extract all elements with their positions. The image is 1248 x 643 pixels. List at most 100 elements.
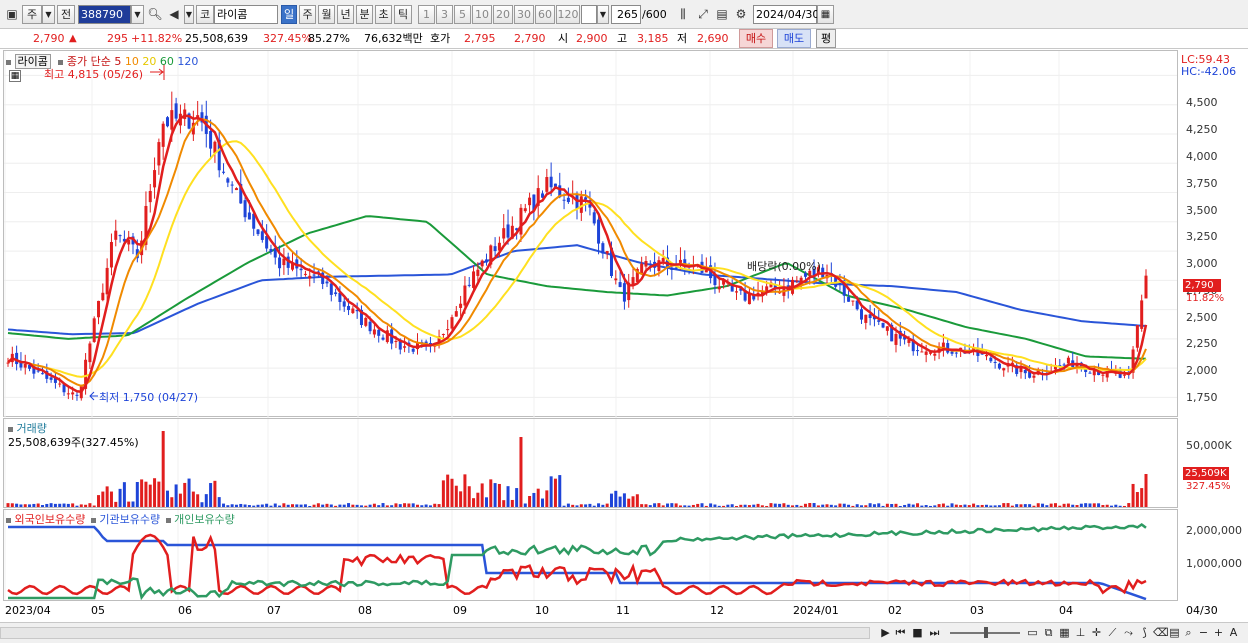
y-tick: 3,250 bbox=[1186, 230, 1218, 243]
ma20-legend: 20 bbox=[142, 55, 157, 68]
trend-icon[interactable]: ⤳ bbox=[1121, 625, 1136, 640]
x-tick: 04 bbox=[1059, 604, 1073, 617]
foreign-legend[interactable]: 외국인보유수량 bbox=[15, 513, 86, 526]
candle-body bbox=[1002, 368, 1006, 371]
candle-body bbox=[157, 142, 161, 166]
volume-panel[interactable] bbox=[3, 418, 1178, 508]
y-tick: 4,000 bbox=[1186, 150, 1218, 163]
candle-body bbox=[997, 363, 1001, 369]
candle-body bbox=[230, 184, 234, 186]
candle-body bbox=[170, 110, 174, 130]
candle-body bbox=[562, 199, 566, 201]
candle-body bbox=[329, 283, 333, 295]
candle-body bbox=[260, 231, 264, 240]
candle-body bbox=[885, 326, 889, 331]
grid-icon[interactable]: ▦ bbox=[1057, 625, 1072, 640]
holding-y-tick: 2,000,000 bbox=[1186, 524, 1242, 537]
zoom-slider-handle[interactable] bbox=[984, 627, 988, 638]
y-tick: 1,750 bbox=[1186, 391, 1218, 404]
candle-body bbox=[463, 285, 467, 306]
candle-body bbox=[394, 341, 398, 343]
candle-body bbox=[717, 286, 721, 290]
candle-body bbox=[920, 351, 924, 353]
view-icon[interactable]: ▭ bbox=[1025, 625, 1040, 640]
y-tick: 3,500 bbox=[1186, 204, 1218, 217]
candle-body bbox=[519, 207, 523, 235]
candle-body bbox=[40, 373, 44, 375]
candle-body bbox=[1032, 375, 1036, 378]
y-tick: 2,500 bbox=[1186, 311, 1218, 324]
candle-body bbox=[303, 273, 307, 275]
chart-type-icon[interactable]: ▤ bbox=[1167, 625, 1182, 640]
holding-legend: 외국인보유수량 기관보유수량 개인보유수량 bbox=[6, 511, 235, 527]
ma10-path bbox=[7, 118, 1147, 387]
candle-body bbox=[454, 311, 458, 317]
volume-y-tick: 50,000K bbox=[1186, 439, 1232, 452]
candle-body bbox=[484, 259, 488, 263]
copy-icon[interactable]: ⧉ bbox=[1041, 625, 1056, 640]
low-note: 최저 1,750 (04/27) bbox=[99, 391, 199, 404]
candle-body bbox=[97, 300, 101, 318]
font-size-icon[interactable]: A bbox=[1226, 625, 1241, 640]
search-icon[interactable]: ⌕ bbox=[1181, 625, 1196, 640]
candle-body bbox=[618, 282, 622, 288]
crosshair-icon[interactable]: ✛ bbox=[1089, 625, 1104, 640]
last-price-tag: 2,790 bbox=[1183, 279, 1221, 292]
dividend-note: 배당락(0.00%) bbox=[747, 260, 821, 273]
stop-icon[interactable]: ■ bbox=[910, 625, 925, 640]
fast-forward-icon[interactable]: ⏭ bbox=[927, 625, 942, 640]
bottom-toolbar: ▶ ⏮ ■ ⏭ ▭ ⧉ ▦ ⊥ ✛ ⟋ ⤳ ⟆ ⌫ ▤ ⌕ − + A bbox=[0, 622, 1248, 643]
candle-body bbox=[614, 278, 618, 281]
candle-body bbox=[648, 263, 652, 265]
candle-body bbox=[1062, 364, 1066, 366]
ma10-line bbox=[7, 118, 1147, 387]
ma20-line bbox=[7, 140, 1147, 378]
ruler-icon[interactable]: ⊥ bbox=[1073, 625, 1088, 640]
candle-body bbox=[924, 351, 928, 355]
scroll-right-icon[interactable]: ▶ bbox=[878, 625, 893, 640]
candle-body bbox=[347, 305, 351, 311]
candle-body bbox=[528, 197, 532, 206]
candle-body bbox=[657, 260, 661, 271]
last-price-pct: 11.82% bbox=[1186, 293, 1225, 304]
zoom-in-icon[interactable]: + bbox=[1211, 625, 1226, 640]
candle-body bbox=[153, 170, 157, 188]
hc-label: HC:-42.06 bbox=[1181, 65, 1237, 78]
table-toggle-icon[interactable]: ▦ bbox=[9, 70, 21, 82]
candle-body bbox=[954, 352, 958, 354]
x-tick: 05 bbox=[91, 604, 105, 617]
candle-body bbox=[256, 229, 260, 235]
line-draw-icon[interactable]: ⟋ bbox=[1105, 625, 1120, 640]
candle-body bbox=[933, 353, 937, 356]
x-tick: 08 bbox=[358, 604, 372, 617]
y-tick: 2,250 bbox=[1186, 337, 1218, 350]
candle-body bbox=[1144, 275, 1148, 299]
candle-body bbox=[148, 190, 152, 203]
candle-body bbox=[549, 176, 553, 188]
candle-body bbox=[325, 281, 329, 284]
last-volume-pct: 327.45% bbox=[1186, 481, 1231, 492]
candle-body bbox=[864, 314, 868, 323]
candle-body bbox=[36, 370, 40, 372]
institution-legend[interactable]: 기관보유수량 bbox=[99, 513, 160, 526]
zoom-out-icon[interactable]: − bbox=[1196, 625, 1211, 640]
step-back-icon[interactable]: ⏮ bbox=[893, 625, 908, 640]
candle-body bbox=[661, 258, 665, 262]
low-arrow-icon bbox=[89, 391, 98, 401]
candle-body bbox=[734, 291, 738, 293]
erase-icon[interactable]: ⌫ bbox=[1153, 625, 1169, 640]
volume-axis bbox=[1178, 418, 1248, 508]
candle-body bbox=[480, 260, 484, 267]
candle-body bbox=[299, 268, 303, 271]
high-arrow-icon bbox=[150, 68, 164, 76]
legend-square-icon bbox=[6, 517, 11, 523]
scroll-track[interactable] bbox=[0, 627, 870, 639]
candle-body bbox=[459, 303, 463, 308]
high-note: 최고 4,815 (05/26) bbox=[44, 68, 144, 81]
individual-legend[interactable]: 개인보유수량 bbox=[174, 513, 235, 526]
candle-body bbox=[985, 354, 989, 357]
fibo-icon[interactable]: ⟆ bbox=[1137, 625, 1152, 640]
candle-body bbox=[605, 251, 609, 254]
candle-body bbox=[49, 377, 53, 380]
candle-body bbox=[174, 103, 178, 119]
